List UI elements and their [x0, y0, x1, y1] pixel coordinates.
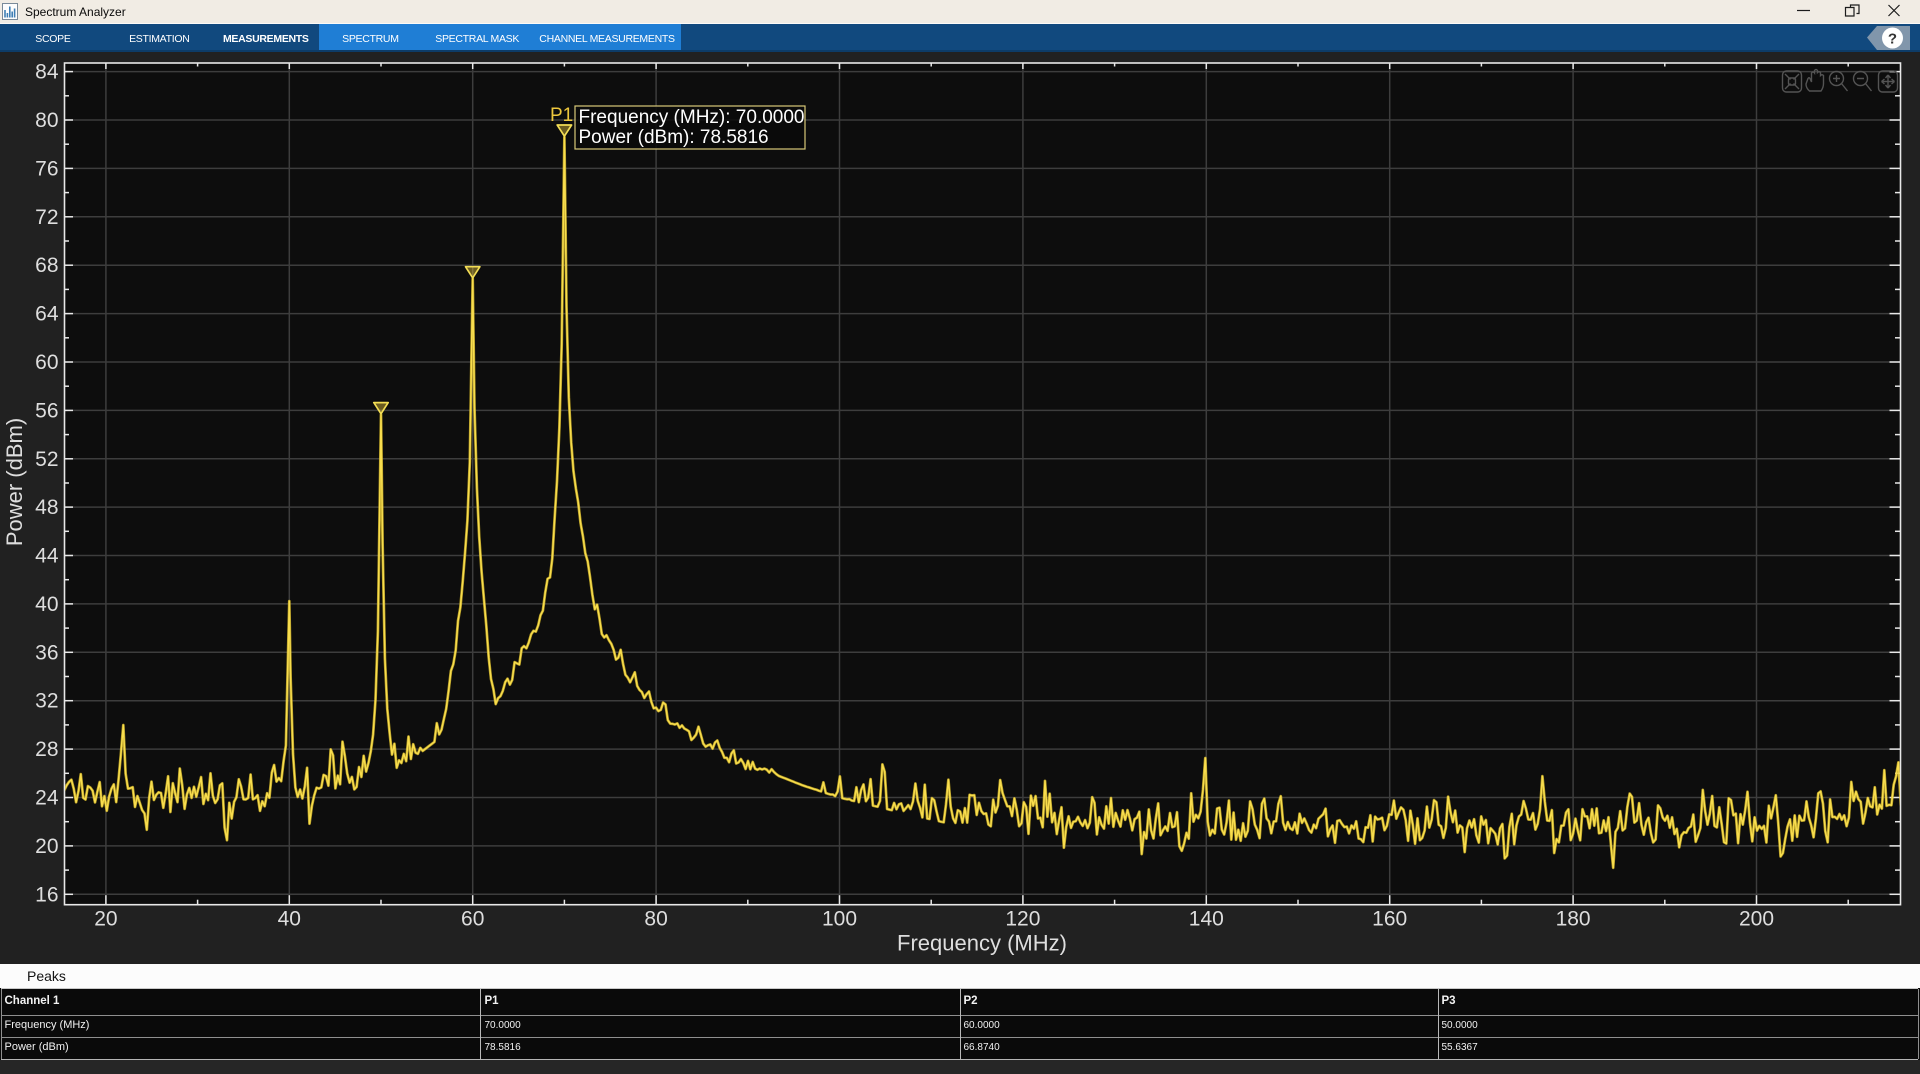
svg-text:?: ? — [1888, 31, 1897, 48]
svg-text:P1: P1 — [550, 105, 573, 126]
svg-text:80: 80 — [35, 109, 58, 132]
svg-text:180: 180 — [1556, 908, 1591, 931]
svg-text:72: 72 — [35, 206, 58, 229]
svg-text:40: 40 — [35, 593, 58, 616]
svg-text:68: 68 — [35, 254, 58, 277]
svg-text:200: 200 — [1739, 908, 1774, 931]
svg-text:Frequency (MHz): Frequency (MHz) — [897, 931, 1067, 956]
svg-text:Power (dBm): 78.5816: Power (dBm): 78.5816 — [579, 127, 769, 148]
svg-text:100: 100 — [822, 908, 857, 931]
svg-text:64: 64 — [35, 303, 59, 326]
svg-text:120: 120 — [1005, 908, 1040, 931]
svg-text:20: 20 — [35, 835, 58, 858]
svg-text:52: 52 — [35, 448, 58, 471]
svg-text:140: 140 — [1189, 908, 1224, 931]
svg-text:Frequency (MHz): 70.0000: Frequency (MHz): 70.0000 — [579, 107, 805, 128]
svg-text:60: 60 — [35, 351, 58, 374]
svg-text:44: 44 — [35, 545, 59, 568]
svg-text:56: 56 — [35, 399, 58, 422]
svg-text:48: 48 — [35, 496, 58, 519]
svg-text:76: 76 — [35, 157, 58, 180]
svg-text:28: 28 — [35, 738, 58, 761]
svg-text:Power (dBm): Power (dBm) — [2, 418, 27, 546]
svg-text:24: 24 — [35, 787, 59, 810]
svg-text:80: 80 — [644, 908, 667, 931]
svg-text:60: 60 — [461, 908, 484, 931]
svg-text:160: 160 — [1372, 908, 1407, 931]
svg-text:40: 40 — [278, 908, 301, 931]
svg-text:36: 36 — [35, 641, 58, 664]
svg-text:20: 20 — [94, 908, 117, 931]
svg-text:32: 32 — [35, 690, 58, 713]
svg-text:84: 84 — [35, 61, 59, 84]
svg-text:16: 16 — [35, 883, 58, 906]
